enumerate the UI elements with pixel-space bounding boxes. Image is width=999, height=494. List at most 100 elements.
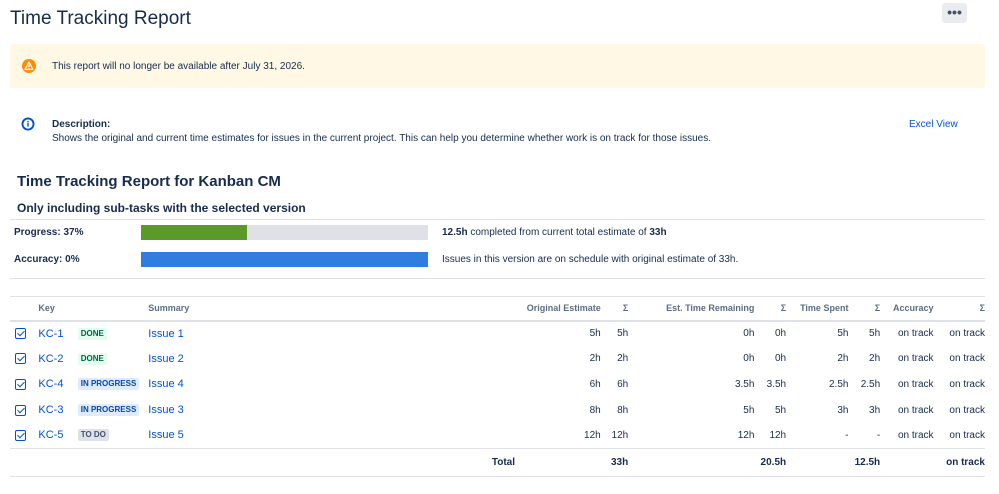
- warning-banner: This report will no longer be available …: [10, 44, 985, 88]
- issue-key-link[interactable]: KC-3: [38, 404, 63, 416]
- total-remaining: 20.5h: [754, 447, 787, 477]
- row-checkbox[interactable]: [15, 429, 26, 441]
- remaining-estimate: 0h: [743, 353, 755, 365]
- time-spent-sum: 2h: [869, 353, 881, 365]
- accuracy-label: Accuracy: 0%: [14, 254, 80, 265]
- progress-bar: [141, 225, 428, 240]
- total-row: Total 33h 20.5h 12.5h on track: [10, 447, 985, 477]
- accuracy: on track: [897, 429, 934, 441]
- issue-summary-link[interactable]: Issue 4: [148, 378, 183, 390]
- time-spent-sum: -: [876, 429, 881, 441]
- issue-key-link[interactable]: KC-2: [38, 353, 63, 365]
- original-estimate: 12h: [584, 429, 601, 441]
- original-estimate: 8h: [589, 404, 601, 416]
- original-estimate-sum: 8h: [617, 404, 629, 416]
- accuracy-description: Issues in this version are on schedule w…: [442, 254, 739, 265]
- report-subtitle: Only including sub-tasks with the select…: [17, 201, 306, 215]
- time-spent-sum: 2.5h: [860, 378, 881, 390]
- remaining-estimate-sum: 3.5h: [766, 378, 787, 390]
- accuracy-sum: on track: [949, 404, 985, 416]
- remaining-estimate: 3.5h: [734, 378, 755, 390]
- issue-summary-link[interactable]: Issue 5: [148, 429, 183, 441]
- info-icon: [21, 117, 35, 131]
- accuracy: on track: [897, 404, 934, 416]
- remaining-estimate-sum: 12h: [769, 429, 787, 441]
- divider: [10, 278, 985, 279]
- table-row: KC-4 IN PROGRESS Issue 4 6h 6h 3.5h 3.5h 2.5h 2.…: [10, 372, 985, 398]
- original-estimate-sum: 6h: [617, 378, 629, 390]
- original-estimate: 6h: [589, 378, 601, 390]
- accuracy-sum: on track: [949, 328, 985, 340]
- progress-label: Progress: 37%: [14, 227, 84, 238]
- original-estimate: 5h: [589, 328, 601, 340]
- column-header-original-estimate[interactable]: Original Estimate: [386, 296, 601, 322]
- time-spent: 5h: [837, 328, 849, 340]
- table-header-row: Key Summary Original Estimate Σ Est. Tim…: [10, 296, 985, 322]
- page-title: Time Tracking Report: [10, 8, 191, 29]
- table-row: KC-5 TO DO Issue 5 12h 12h 12h 12h - - on track on…: [10, 423, 985, 449]
- more-actions-button[interactable]: •••: [942, 3, 967, 23]
- accuracy-bar: [141, 252, 428, 267]
- time-spent: -: [845, 429, 849, 441]
- status-lozenge: IN PROGRESS: [77, 404, 140, 417]
- total-accuracy: on track: [933, 447, 985, 477]
- issue-summary-link[interactable]: Issue 2: [148, 353, 183, 365]
- original-estimate-sum: 2h: [617, 353, 629, 365]
- table-row: KC-1 DONE Issue 1 5h 5h 0h 0h 5h 5h on track on tr…: [10, 321, 985, 347]
- row-checkbox[interactable]: [15, 378, 26, 390]
- accuracy-bar-fill: [141, 252, 428, 267]
- original-estimate-sum: 5h: [617, 328, 629, 340]
- time-spent: 2.5h: [828, 378, 849, 390]
- progress-bar-fill: [141, 225, 248, 240]
- original-estimate: 2h: [589, 353, 601, 365]
- remaining-estimate-sum: 5h: [775, 404, 787, 416]
- time-spent: 3h: [837, 404, 849, 416]
- warning-icon: [22, 59, 36, 73]
- original-estimate-sum: 12h: [611, 429, 629, 441]
- remaining-estimate: 0h: [743, 328, 755, 340]
- column-header-key[interactable]: Key: [38, 296, 78, 322]
- row-checkbox[interactable]: [15, 328, 26, 340]
- column-header-sigma: Σ: [933, 296, 985, 322]
- column-header-remaining[interactable]: Est. Time Remaining: [628, 296, 755, 322]
- issue-summary-link[interactable]: Issue 1: [148, 328, 183, 340]
- accuracy-sum: on track: [949, 378, 985, 390]
- issue-key-link[interactable]: KC-4: [38, 378, 63, 390]
- total-label: Total: [386, 447, 601, 477]
- status-lozenge: DONE: [77, 327, 107, 340]
- issue-key-link[interactable]: KC-5: [38, 429, 63, 441]
- description-label: Description:: [52, 119, 111, 130]
- table-row: KC-3 IN PROGRESS Issue 3 8h 8h 5h 5h 3h 3h on tra…: [10, 397, 985, 423]
- issue-summary-link[interactable]: Issue 3: [148, 404, 183, 416]
- column-header-sigma: Σ: [754, 296, 787, 322]
- accuracy: on track: [897, 353, 934, 365]
- time-spent-sum: 5h: [869, 328, 881, 340]
- total-spent: 12.5h: [848, 447, 881, 477]
- report-title: Time Tracking Report for Kanban CM: [17, 173, 281, 190]
- time-spent: 2h: [837, 353, 849, 365]
- time-tracking-table: Key Summary Original Estimate Σ Est. Tim…: [10, 296, 985, 477]
- accuracy-sum: on track: [949, 429, 985, 441]
- column-header-sigma: Σ: [600, 296, 629, 322]
- status-lozenge: TO DO: [77, 429, 109, 442]
- status-lozenge: DONE: [77, 352, 107, 365]
- row-checkbox[interactable]: [15, 353, 26, 365]
- remaining-estimate: 12h: [737, 429, 755, 441]
- column-header-accuracy[interactable]: Accuracy: [880, 296, 934, 322]
- column-header-summary[interactable]: Summary: [148, 296, 387, 322]
- divider: [10, 219, 985, 220]
- remaining-estimate-sum: 0h: [775, 353, 787, 365]
- excel-view-link[interactable]: Excel View: [909, 119, 958, 130]
- warning-text: This report will no longer be available …: [52, 61, 305, 72]
- column-header-time-spent[interactable]: Time Spent: [786, 296, 849, 322]
- accuracy-sum: on track: [949, 353, 985, 365]
- accuracy: on track: [897, 328, 934, 340]
- row-checkbox[interactable]: [15, 404, 26, 416]
- remaining-estimate: 5h: [743, 404, 755, 416]
- table-row: KC-2 DONE Issue 2 2h 2h 0h 0h 2h 2h on track on tr…: [10, 346, 985, 372]
- progress-description: 12.5h completed from current total estim…: [442, 227, 667, 238]
- total-original: 33h: [600, 447, 629, 477]
- issue-key-link[interactable]: KC-1: [38, 328, 63, 340]
- description-text: Shows the original and current time esti…: [52, 133, 712, 144]
- column-header-sigma: Σ: [848, 296, 881, 322]
